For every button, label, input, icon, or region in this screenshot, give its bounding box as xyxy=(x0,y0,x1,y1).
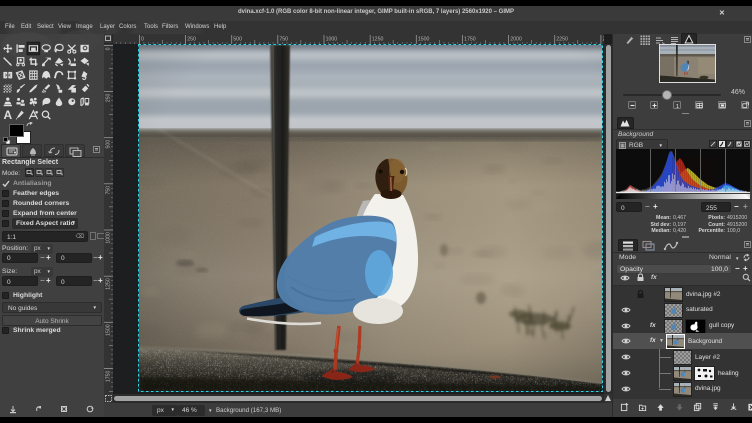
svg-text:0: 0 xyxy=(141,37,144,43)
svg-text:1000: 1000 xyxy=(106,232,112,244)
svg-text:750: 750 xyxy=(106,186,112,195)
svg-text:1750: 1750 xyxy=(464,37,476,43)
svg-text:1750: 1750 xyxy=(106,370,112,382)
svg-text:750: 750 xyxy=(279,37,288,43)
svg-text:1500: 1500 xyxy=(106,324,112,336)
svg-text:1: 1 xyxy=(676,103,679,108)
svg-text:2500: 2500 xyxy=(603,37,605,43)
svg-text:A: A xyxy=(3,108,12,122)
svg-text:1000: 1000 xyxy=(326,37,338,43)
svg-text:1250: 1250 xyxy=(372,37,384,43)
svg-text:0: 0 xyxy=(106,47,112,50)
svg-text:250: 250 xyxy=(187,37,196,43)
svg-text:2000: 2000 xyxy=(510,37,522,43)
svg-text:2250: 2250 xyxy=(556,37,568,43)
svg-text:500: 500 xyxy=(106,140,112,149)
svg-text:250: 250 xyxy=(106,93,112,102)
svg-text:1250: 1250 xyxy=(106,278,112,290)
svg-text:500: 500 xyxy=(233,37,242,43)
svg-text:1500: 1500 xyxy=(418,37,430,43)
